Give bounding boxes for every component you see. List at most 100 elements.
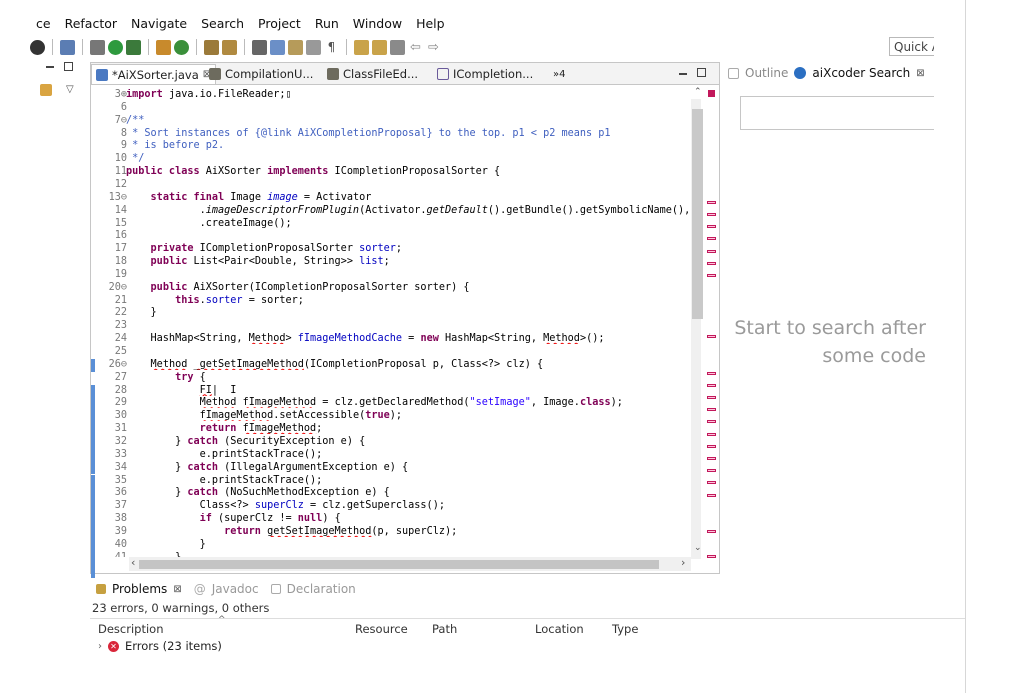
- error-marker[interactable]: [707, 554, 716, 558]
- code-line[interactable]: .imageDescriptorFromPlugin(Activator.get…: [126, 205, 696, 216]
- scroll-right-icon[interactable]: ›: [681, 556, 685, 569]
- error-marker[interactable]: [707, 493, 716, 497]
- error-marker[interactable]: [707, 383, 716, 387]
- menu-item[interactable]: Window: [346, 16, 409, 31]
- code-line[interactable]: public class AiXSorter implements ICompl…: [126, 166, 696, 177]
- highlight-icon[interactable]: [270, 39, 285, 55]
- minimize-icon[interactable]: [46, 66, 54, 68]
- tab-declaration[interactable]: Declaration: [287, 582, 356, 596]
- new-java-project-icon[interactable]: [156, 39, 171, 55]
- code-line[interactable]: * is before p2.: [126, 140, 696, 151]
- code-line[interactable]: /**: [126, 115, 696, 126]
- code-line[interactable]: Method fImageMethod = clz.getDeclaredMet…: [126, 397, 696, 408]
- new-class-icon[interactable]: [174, 39, 189, 55]
- menu-item[interactable]: ce: [0, 16, 58, 31]
- tab-aixcoder-search[interactable]: aiXcoder Search: [812, 66, 910, 80]
- scroll-down-icon[interactable]: ⌄: [694, 543, 702, 553]
- close-icon[interactable]: ⊠: [173, 584, 181, 595]
- code-line[interactable]: return getSetImageMethod(p, superClz);: [126, 526, 696, 537]
- pin-icon[interactable]: [252, 39, 267, 55]
- code-line[interactable]: return fImageMethod;: [126, 423, 696, 434]
- menu-item[interactable]: Run: [308, 16, 346, 31]
- quick-access-input[interactable]: Quick A: [889, 37, 934, 56]
- horizontal-scroll-thumb[interactable]: [139, 560, 659, 569]
- error-marker[interactable]: [707, 408, 716, 412]
- open-type-icon[interactable]: [204, 39, 219, 55]
- error-marker[interactable]: [707, 469, 716, 473]
- menu-item[interactable]: Refactor: [58, 16, 124, 31]
- code-line[interactable]: public AiXSorter(ICompletionProposalSort…: [126, 282, 696, 293]
- minimize-icon[interactable]: [679, 73, 687, 75]
- code-line[interactable]: private ICompletionProposalSorter sorter…: [126, 243, 696, 254]
- code-line[interactable]: }: [126, 307, 696, 318]
- aixcoder-search-input[interactable]: [740, 96, 934, 130]
- view-menu-icon[interactable]: ▽: [66, 84, 74, 95]
- error-marker[interactable]: [707, 457, 716, 460]
- menu-item[interactable]: Search: [194, 16, 251, 31]
- menu-item[interactable]: Help: [409, 16, 452, 31]
- search-icon[interactable]: [222, 39, 237, 55]
- tab-aixsorter[interactable]: *AiXSorter.java ⊠: [91, 64, 217, 84]
- tab-javadoc[interactable]: Javadoc: [212, 582, 259, 596]
- error-marker[interactable]: [707, 444, 716, 448]
- code-line[interactable]: e.printStackTrace();: [126, 449, 696, 460]
- debug-icon[interactable]: [30, 39, 45, 55]
- show-whitespace-icon[interactable]: ¶: [324, 40, 339, 55]
- error-marker[interactable]: [707, 274, 716, 277]
- vertical-scroll-thumb[interactable]: [692, 109, 703, 319]
- tab-icompletion[interactable]: ICompletion...: [437, 64, 533, 84]
- error-marker[interactable]: [707, 225, 716, 229]
- scroll-left-icon[interactable]: ‹: [131, 556, 135, 569]
- code-area[interactable]: 3⊕ import java.io.FileReader;▯ 6 7⊖/** 8 * S…: [91, 87, 701, 557]
- tab-classfileeditor[interactable]: ClassFileEd...: [327, 64, 418, 84]
- code-line[interactable]: } catch (NoSuchMethodException e) {: [126, 487, 696, 498]
- error-marker[interactable]: [707, 213, 716, 216]
- code-line[interactable]: public List<Pair<Double, String>> list;: [126, 256, 696, 267]
- code-line[interactable]: import java.io.FileReader;▯: [126, 89, 696, 100]
- error-marker[interactable]: [707, 432, 716, 436]
- code-line[interactable]: */: [126, 153, 696, 164]
- run-config-icon[interactable]: [126, 39, 141, 55]
- code-line[interactable]: Class<?> superClz = clz.getSuperclass();: [126, 500, 696, 511]
- prev-annotation-icon[interactable]: [372, 39, 387, 55]
- last-edit-icon[interactable]: [390, 39, 405, 55]
- next-annotation-icon[interactable]: [354, 39, 369, 55]
- error-marker[interactable]: [707, 200, 716, 204]
- menu-item[interactable]: Navigate: [124, 16, 194, 31]
- block-select-icon[interactable]: [306, 39, 321, 55]
- close-icon[interactable]: ⊠: [916, 68, 924, 79]
- scroll-up-icon[interactable]: ⌃: [694, 87, 702, 97]
- tab-compilationunit[interactable]: CompilationU...: [209, 64, 313, 84]
- maximize-icon[interactable]: [697, 68, 706, 77]
- skip-breakpoints-icon[interactable]: [60, 39, 75, 55]
- column-path[interactable]: Path: [432, 622, 457, 636]
- error-marker[interactable]: [707, 481, 716, 485]
- errors-tree-row[interactable]: › ✕ Errors (23 items): [98, 639, 222, 653]
- code-line[interactable]: if (superClz != null) {: [126, 513, 696, 524]
- error-marker[interactable]: [707, 237, 716, 241]
- menu-item[interactable]: Project: [251, 16, 308, 31]
- code-line[interactable]: } catch (SecurityException e) {: [126, 436, 696, 447]
- column-location[interactable]: Location: [535, 622, 584, 636]
- settings-icon[interactable]: [90, 39, 105, 55]
- error-marker[interactable]: [707, 261, 716, 265]
- code-line[interactable]: HashMap<String, Method> fImageMethodCach…: [126, 333, 696, 344]
- forward-icon[interactable]: ⇨: [426, 40, 441, 55]
- error-marker[interactable]: [707, 530, 716, 534]
- back-icon[interactable]: ⇦: [408, 40, 423, 55]
- code-line[interactable]: this.sorter = sorter;: [126, 295, 696, 306]
- code-line[interactable]: * Sort instances of {@link AiXCompletion…: [126, 128, 696, 139]
- code-line[interactable]: static final Image image = Activator: [126, 192, 696, 203]
- error-marker[interactable]: [707, 249, 716, 253]
- code-line[interactable]: try {: [126, 372, 696, 383]
- error-marker[interactable]: [707, 420, 716, 424]
- code-line[interactable]: .createImage();: [126, 218, 696, 229]
- code-line[interactable]: Method _getSetImageMethod(ICompletionPro…: [126, 359, 696, 370]
- code-line[interactable]: FI| I: [126, 385, 696, 396]
- tab-problems[interactable]: Problems: [112, 582, 167, 596]
- code-line[interactable]: }: [126, 539, 696, 550]
- overview-ruler[interactable]: [705, 87, 719, 558]
- run-icon[interactable]: [108, 39, 123, 55]
- maximize-icon[interactable]: [64, 62, 73, 71]
- sync-icon[interactable]: [40, 84, 52, 96]
